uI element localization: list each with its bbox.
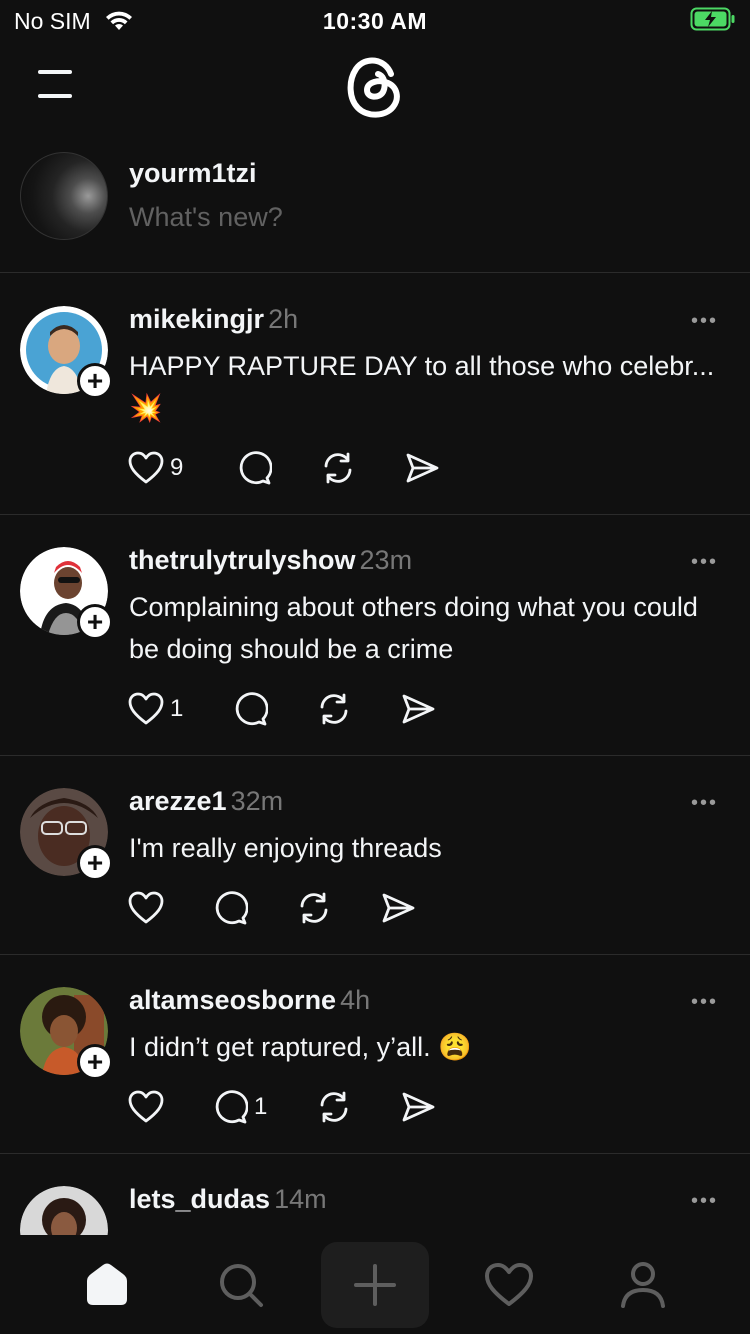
tab-activity[interactable] bbox=[455, 1236, 563, 1334]
menu-icon-bar bbox=[38, 70, 72, 74]
comment-icon bbox=[215, 1090, 248, 1124]
status-bar: No SIM 10:30 AM bbox=[0, 0, 750, 42]
repost-button[interactable] bbox=[316, 689, 352, 729]
thread-post[interactable]: + thetrulytrulyshow 23m ••• Complaining a… bbox=[0, 515, 750, 756]
reply-button[interactable] bbox=[236, 448, 278, 488]
share-icon bbox=[406, 453, 439, 483]
top-header bbox=[0, 42, 750, 142]
battery-icon bbox=[690, 7, 736, 36]
more-options-button[interactable]: ••• bbox=[691, 792, 718, 815]
new-thread-composer[interactable]: yourm1tzi What's new? bbox=[0, 142, 750, 273]
like-button[interactable] bbox=[128, 1087, 170, 1127]
follow-button[interactable]: + bbox=[77, 363, 113, 399]
post-text: I'm really enjoying threads bbox=[129, 833, 442, 863]
threads-logo-icon[interactable] bbox=[345, 52, 405, 125]
share-button[interactable] bbox=[404, 448, 440, 488]
repost-button[interactable] bbox=[320, 448, 356, 488]
like-button[interactable]: 9 bbox=[128, 448, 183, 488]
repost-button[interactable] bbox=[316, 1087, 352, 1127]
like-button[interactable] bbox=[128, 888, 170, 928]
tab-home[interactable] bbox=[53, 1236, 161, 1334]
profile-icon bbox=[621, 1262, 665, 1308]
my-username: yourm1tzi bbox=[129, 158, 257, 188]
thread-post[interactable]: + altamseosborne 4h ••• I didn’t get rapt… bbox=[0, 955, 750, 1154]
my-avatar[interactable] bbox=[20, 152, 108, 240]
post-text: I didn’t get raptured, y’all. 😩 bbox=[129, 1032, 472, 1062]
comment-icon bbox=[235, 692, 268, 726]
post-header: arezze1 32m bbox=[129, 786, 283, 817]
comment-icon bbox=[215, 891, 248, 925]
post-username[interactable]: altamseosborne bbox=[129, 985, 336, 1015]
avatar[interactable] bbox=[20, 1186, 108, 1235]
post-header: mikekingjr 2h bbox=[129, 304, 298, 335]
heart-icon bbox=[128, 1090, 164, 1123]
post-username[interactable]: lets_dudas bbox=[129, 1184, 270, 1214]
share-icon bbox=[382, 893, 415, 923]
repost-button[interactable] bbox=[296, 888, 332, 928]
share-button[interactable] bbox=[400, 689, 436, 729]
composer-input[interactable]: What's new? bbox=[129, 202, 283, 233]
thread-post[interactable]: + arezze1 32m ••• I'm really enjoying thr… bbox=[0, 756, 750, 955]
share-icon bbox=[402, 1092, 435, 1122]
like-button[interactable]: 1 bbox=[128, 689, 183, 729]
post-time: 2h bbox=[268, 304, 299, 334]
activity-icon bbox=[485, 1263, 533, 1306]
more-options-button[interactable]: ••• bbox=[691, 1190, 718, 1213]
post-username[interactable]: mikekingjr bbox=[129, 304, 264, 334]
repost-icon bbox=[320, 693, 348, 725]
repost-icon bbox=[324, 452, 352, 484]
heart-icon bbox=[128, 891, 164, 924]
more-options-button[interactable]: ••• bbox=[691, 310, 718, 333]
post-time: 4h bbox=[340, 985, 371, 1015]
post-text: Complaining about others doing what you … bbox=[129, 592, 698, 664]
tab-compose[interactable] bbox=[321, 1242, 429, 1328]
follow-button[interactable]: + bbox=[77, 845, 113, 881]
comment-icon bbox=[239, 451, 272, 485]
status-time: 10:30 AM bbox=[322, 8, 428, 34]
feed[interactable]: + mikekingjr 2h ••• HAPPY RAPTURE DAY to … bbox=[0, 274, 750, 1235]
tab-search[interactable] bbox=[187, 1236, 295, 1334]
home-icon bbox=[87, 1263, 127, 1305]
post-header: altamseosborne 4h bbox=[129, 985, 370, 1016]
compose-icon bbox=[354, 1264, 396, 1306]
post-time: 23m bbox=[359, 545, 413, 575]
share-button[interactable] bbox=[380, 888, 416, 928]
reply-count: 1 bbox=[254, 1093, 268, 1120]
post-time: 32m bbox=[230, 786, 284, 816]
menu-button[interactable] bbox=[36, 70, 76, 100]
heart-icon bbox=[128, 451, 164, 484]
post-header: thetrulytrulyshow 23m bbox=[129, 545, 412, 576]
post-time: 14m bbox=[274, 1184, 327, 1214]
post-username[interactable]: thetrulytrulyshow bbox=[129, 545, 356, 575]
reply-button[interactable] bbox=[232, 689, 274, 729]
more-options-button[interactable]: ••• bbox=[691, 551, 718, 574]
bottom-tab-bar bbox=[0, 1236, 750, 1334]
post-header: lets_dudas 14m bbox=[129, 1184, 327, 1215]
post-username[interactable]: arezze1 bbox=[129, 786, 227, 816]
like-count: 1 bbox=[170, 695, 184, 722]
tab-profile[interactable] bbox=[589, 1236, 697, 1334]
reply-button[interactable]: 1 bbox=[212, 1087, 267, 1127]
thread-post[interactable]: lets_dudas 14m ••• bbox=[0, 1154, 750, 1235]
share-button[interactable] bbox=[400, 1087, 436, 1127]
menu-icon-bar bbox=[38, 94, 72, 98]
heart-icon bbox=[128, 692, 164, 725]
follow-button[interactable]: + bbox=[77, 604, 113, 640]
follow-button[interactable]: + bbox=[77, 1044, 113, 1080]
search-icon bbox=[220, 1264, 263, 1307]
reply-button[interactable] bbox=[212, 888, 254, 928]
thread-post[interactable]: + mikekingjr 2h ••• HAPPY RAPTURE DAY to … bbox=[0, 274, 750, 515]
post-text: HAPPY RAPTURE DAY to all those who celeb… bbox=[129, 351, 715, 423]
share-icon bbox=[402, 694, 435, 724]
repost-icon bbox=[300, 892, 328, 924]
repost-icon bbox=[320, 1091, 348, 1123]
like-count: 9 bbox=[170, 454, 184, 481]
more-options-button[interactable]: ••• bbox=[691, 991, 718, 1014]
